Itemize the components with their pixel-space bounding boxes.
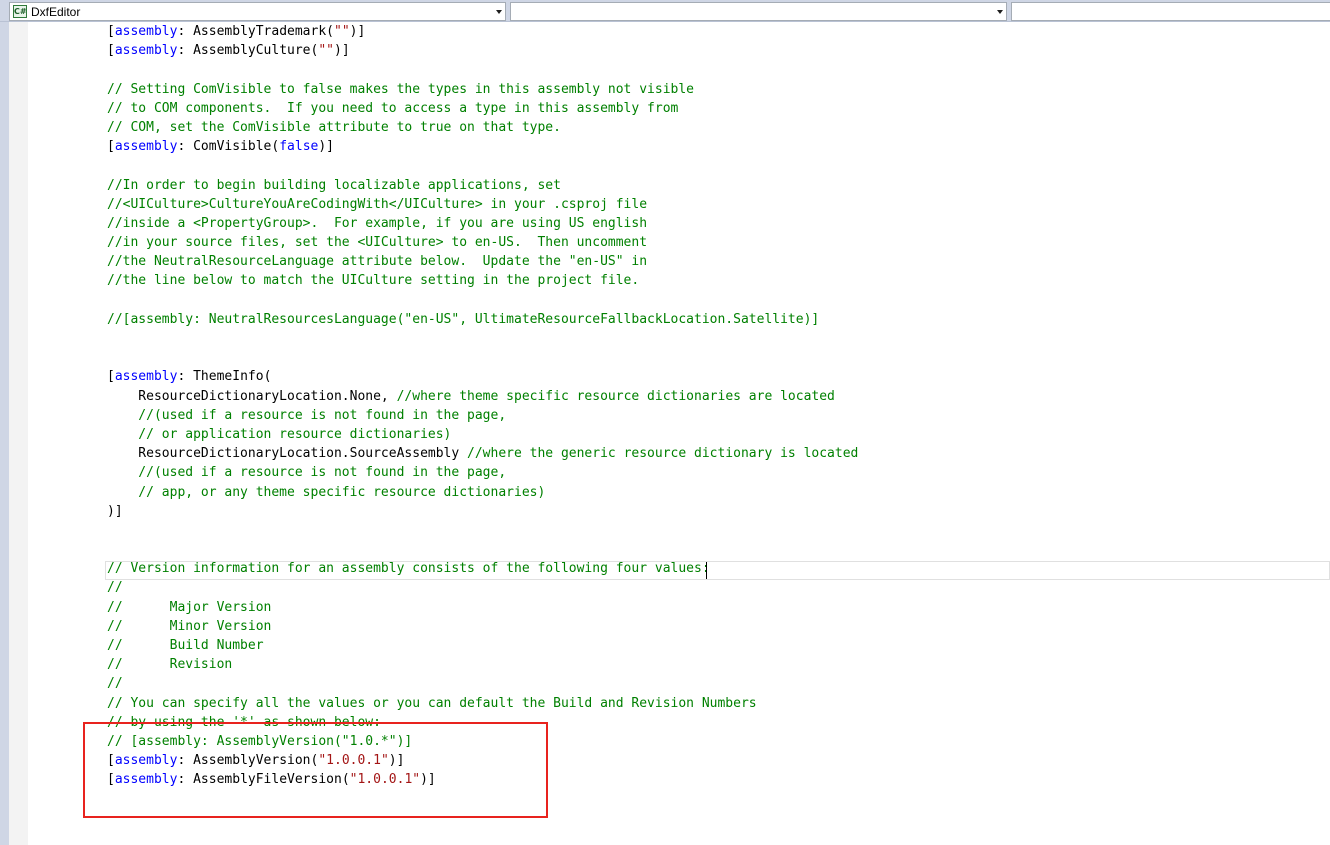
code-line[interactable]: [assembly: ComVisible(false)] [107, 137, 1327, 156]
punctuation: [ [107, 24, 115, 39]
comment-text: // or application resource dictionaries) [107, 426, 452, 442]
type-dropdown[interactable]: C# DxfEditor [9, 2, 506, 21]
code-line[interactable]: // [107, 674, 1327, 693]
code-line[interactable] [107, 521, 1327, 540]
comment-text: //<UICulture>CultureYouAreCodingWith</UI… [107, 196, 648, 212]
comment-text: //where the generic resource dictionary … [467, 446, 859, 462]
punctuation: [ [107, 43, 115, 59]
comment-text: //(used if a resource is not found in th… [107, 465, 507, 481]
code-text: ResourceDictionaryLocation.SourceAssembl… [107, 446, 468, 462]
chevron-down-icon[interactable] [496, 10, 502, 14]
code-line[interactable]: // Setting ComVisible to false makes the… [107, 80, 1327, 99]
keyword-token: assembly [114, 43, 178, 59]
code-text: )] [107, 503, 123, 519]
string-literal: "" [334, 24, 350, 39]
code-line[interactable]: //(used if a resource is not found in th… [107, 406, 1327, 425]
comment-text: // app, or any theme specific resource d… [107, 484, 546, 500]
code-line[interactable]: ResourceDictionaryLocation.SourceAssembl… [107, 444, 1327, 463]
indicator-margin[interactable] [0, 22, 9, 845]
code-line[interactable]: //(used if a resource is not found in th… [107, 463, 1327, 482]
chevron-down-icon[interactable] [997, 10, 1003, 14]
comment-text: // Revision [107, 657, 233, 673]
punctuation: [ [107, 139, 115, 155]
comment-text: //(used if a resource is not found in th… [107, 407, 507, 423]
attribute-name: ThemeInfo [193, 369, 264, 385]
comment-text: // Build Number [107, 638, 264, 653]
comment-text: // Major Version [107, 599, 272, 615]
comment-text: //in your source files, set the <UICultu… [107, 235, 648, 251]
code-line[interactable]: //the NeutralResourceLanguage attribute … [107, 252, 1327, 271]
comment-text: // COM, set the ComVisible attribute to … [107, 119, 561, 135]
code-line[interactable]: // to COM components. If you need to acc… [107, 99, 1327, 118]
comment-text: // [107, 580, 123, 596]
code-line[interactable]: //In order to begin building localizable… [107, 176, 1327, 195]
punctuation: )] [349, 24, 366, 39]
attribute-name: ComVisible [193, 139, 272, 155]
code-line[interactable]: //inside a <PropertyGroup>. For example,… [107, 214, 1327, 233]
code-line[interactable]: [assembly: ThemeInfo( [107, 367, 1327, 386]
punctuation: ( [326, 24, 334, 39]
comment-text: // Version information for an assembly c… [107, 561, 710, 577]
comment-text: //inside a <PropertyGroup>. For example,… [107, 215, 648, 231]
code-line[interactable]: // COM, set the ComVisible attribute to … [107, 118, 1327, 137]
code-text: ResourceDictionaryLocation.None, [107, 388, 397, 404]
punctuation: : [177, 369, 194, 385]
text-caret [706, 562, 707, 579]
code-line[interactable]: )] [107, 502, 1327, 521]
comment-text: // Minor Version [107, 618, 272, 634]
comment-text: //the line below to match the UICulture … [107, 273, 640, 289]
code-line[interactable] [107, 540, 1327, 559]
code-line[interactable] [107, 156, 1327, 175]
attribute-name: AssemblyTrademark [193, 24, 327, 39]
code-line[interactable]: //in your source files, set the <UICultu… [107, 233, 1327, 252]
code-line[interactable]: // Minor Version [107, 617, 1327, 636]
code-line[interactable]: // [107, 578, 1327, 597]
keyword-token: assembly [114, 139, 178, 155]
punctuation: : [177, 139, 194, 155]
code-line[interactable] [107, 291, 1327, 310]
code-line[interactable]: ResourceDictionaryLocation.None, //where… [107, 387, 1327, 406]
punctuation: [ [107, 369, 115, 385]
punctuation: ( [263, 369, 272, 385]
keyword-token: false [279, 139, 319, 155]
string-literal: "" [318, 43, 334, 59]
comment-text: // You can specify all the values or you… [107, 695, 757, 711]
scope-dropdown[interactable] [1011, 2, 1330, 21]
punctuation: )] [318, 139, 335, 155]
punctuation: : [177, 24, 194, 39]
code-line[interactable]: //<UICulture>CultureYouAreCodingWith</UI… [107, 195, 1327, 214]
csharp-file-icon: C# [13, 5, 27, 18]
punctuation: : [177, 43, 194, 59]
code-line[interactable]: // app, or any theme specific resource d… [107, 483, 1327, 502]
attribute-name: AssemblyCulture [193, 43, 311, 59]
code-line[interactable] [107, 348, 1327, 367]
keyword-token: assembly [114, 369, 178, 385]
code-line[interactable]: // Major Version [107, 598, 1327, 617]
code-line[interactable] [107, 60, 1327, 79]
annotation-highlight-box [83, 722, 548, 818]
code-line[interactable]: // Revision [107, 655, 1327, 674]
comment-text: // to COM components. If you need to acc… [107, 100, 679, 116]
member-dropdown[interactable] [510, 2, 1007, 21]
comment-text: //[assembly: NeutralResourcesLanguage("e… [107, 311, 820, 327]
code-line[interactable]: // Version information for an assembly c… [107, 559, 1327, 578]
keyword-token: assembly [114, 24, 178, 39]
selection-margin[interactable] [9, 22, 28, 845]
code-line[interactable]: // Build Number [107, 636, 1327, 655]
comment-text: // Setting ComVisible to false makes the… [107, 81, 694, 97]
code-line[interactable]: //[assembly: NeutralResourcesLanguage("e… [107, 310, 1327, 329]
code-line[interactable]: [assembly: AssemblyTrademark("")] [107, 22, 1327, 41]
comment-text: //the NeutralResourceLanguage attribute … [107, 254, 648, 270]
code-line[interactable] [107, 329, 1327, 348]
comment-text: // [107, 676, 123, 692]
navigation-bar: C# DxfEditor [0, 0, 1330, 22]
code-line[interactable]: [assembly: AssemblyCulture("")] [107, 41, 1327, 60]
code-line[interactable]: // or application resource dictionaries) [107, 425, 1327, 444]
comment-text: //In order to begin building localizable… [107, 177, 561, 193]
code-line[interactable]: //the line below to match the UICulture … [107, 271, 1327, 290]
type-dropdown-value: DxfEditor [31, 5, 81, 19]
code-line[interactable]: // You can specify all the values or you… [107, 694, 1327, 713]
comment-text: //where theme specific resource dictiona… [396, 388, 835, 404]
punctuation: )] [334, 43, 350, 59]
